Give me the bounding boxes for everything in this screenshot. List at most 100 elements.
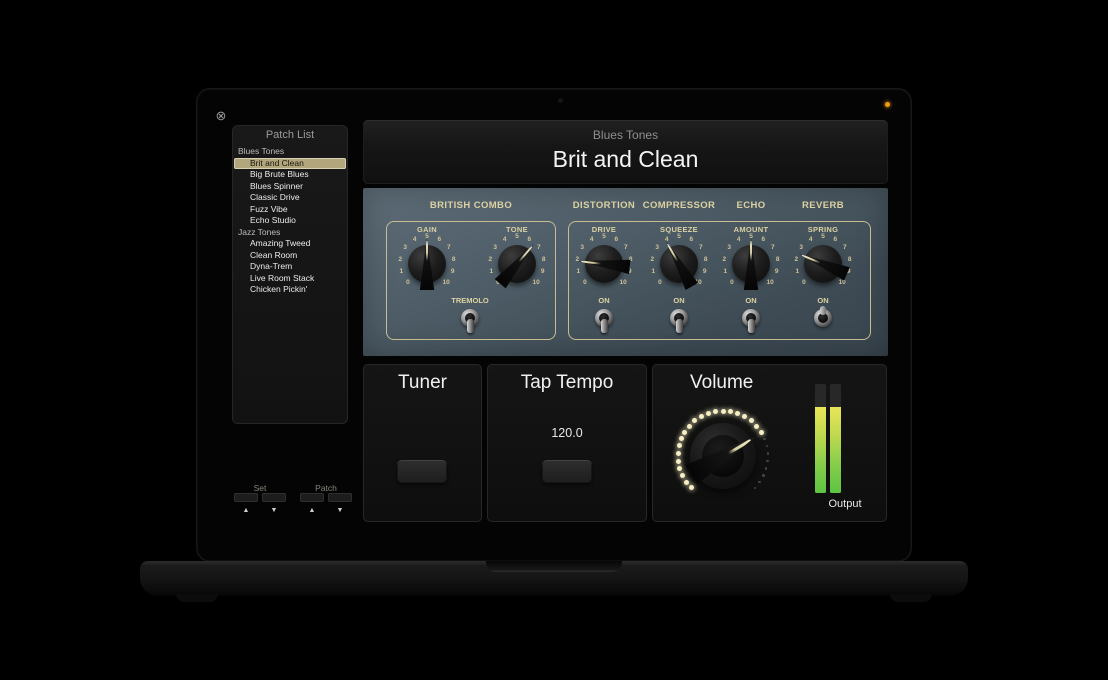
drive-knob[interactable]: 012345678910 xyxy=(566,226,642,302)
led-dot-lit xyxy=(759,430,764,435)
knob-scale-number: 4 xyxy=(409,236,421,244)
webcam-icon xyxy=(558,98,563,103)
knob-scale-number: 10 xyxy=(530,279,542,287)
desktop-background: ⊗ Patch List Blues Tones Brit and CleanBi… xyxy=(0,0,1108,680)
knob-scale-number: 2 xyxy=(571,256,583,264)
patch-next-button[interactable] xyxy=(328,493,352,502)
led-dot-lit xyxy=(682,430,687,435)
patch-list-item[interactable]: Big Brute Blues xyxy=(234,169,346,181)
toggle-lever xyxy=(601,319,608,333)
gain-knob[interactable]: 012345678910 xyxy=(389,226,465,302)
led-dot-lit xyxy=(689,485,694,490)
knob-scale-number: 5 xyxy=(511,233,523,241)
knob-scale-number: 6 xyxy=(829,236,841,244)
knob-scale-number: 2 xyxy=(484,256,496,264)
spring-knob[interactable]: 012345678910 xyxy=(785,226,861,302)
knob-scale-number: 3 xyxy=(651,244,663,252)
led-dot-lit xyxy=(684,480,689,485)
led-dot-lit xyxy=(677,443,682,448)
patch-list-title: Patch List xyxy=(232,129,348,141)
tap-tempo-title: Tap Tempo xyxy=(487,372,647,394)
knob-scale-number: 2 xyxy=(718,256,730,264)
squeeze-knob[interactable]: 012345678910 xyxy=(641,226,717,302)
knob-scale-number: 2 xyxy=(646,256,658,264)
led-dot-lit xyxy=(687,424,692,429)
patch-list-item[interactable]: Chicken Pickin' xyxy=(234,284,346,296)
knob-scale-number: 6 xyxy=(757,236,769,244)
led-dot-lit xyxy=(742,414,747,419)
led-dot-lit xyxy=(676,451,681,456)
set-next-button[interactable] xyxy=(262,493,286,502)
set-prev-button[interactable] xyxy=(234,493,258,502)
led-dot-off xyxy=(766,445,769,448)
patch-up-arrow-icon[interactable]: ▲ xyxy=(300,507,324,514)
set-down-arrow-icon[interactable]: ▼ xyxy=(262,507,286,514)
tremolo-toggle-switch[interactable] xyxy=(459,307,481,337)
knob-scale-number: 1 xyxy=(647,268,659,276)
close-window-icon[interactable]: ⊗ xyxy=(213,108,229,124)
patch-list-item[interactable]: Dyna-Trem xyxy=(234,261,346,273)
knob-scale-number: 10 xyxy=(764,279,776,287)
volume-knob[interactable] xyxy=(668,401,778,511)
knob-scale-number: 3 xyxy=(399,244,411,252)
led-dot-lit xyxy=(679,436,684,441)
meter-lit-segment xyxy=(830,407,841,493)
led-dot-lit xyxy=(749,418,754,423)
led-dot-off xyxy=(754,487,757,490)
patch-down-arrow-icon[interactable]: ▼ xyxy=(328,507,352,514)
patch-prev-button[interactable] xyxy=(300,493,324,502)
echo-toggle-switch[interactable] xyxy=(740,307,762,337)
knob-scale-number: 1 xyxy=(395,268,407,276)
knob-scale-number: 0 xyxy=(726,279,738,287)
output-meter-label: Output xyxy=(790,498,900,510)
distortion-toggle-switch[interactable] xyxy=(593,307,615,337)
knob-scale-number: 5 xyxy=(598,233,610,241)
amount-knob[interactable]: 012345678910 xyxy=(713,226,789,302)
knob-scale-number: 7 xyxy=(620,244,632,252)
led-dot-lit xyxy=(754,424,759,429)
volume-title: Volume xyxy=(690,372,810,394)
meter-lit-segment xyxy=(815,407,826,493)
knob-scale-number: 5 xyxy=(673,233,685,241)
knob-scale-number: 4 xyxy=(499,236,511,244)
led-dot-lit xyxy=(728,409,733,414)
output-meter-bar xyxy=(815,384,826,493)
patch-list-item[interactable]: Fuzz Vibe xyxy=(234,204,346,216)
patch-list-item[interactable]: Echo Studio xyxy=(234,215,346,227)
patch-list-item[interactable]: Live Room Stack xyxy=(234,273,346,285)
knob-scale-number: 10 xyxy=(440,279,452,287)
laptop-foot-left xyxy=(176,594,218,602)
tap-tempo-bpm-value: 120.0 xyxy=(487,426,647,440)
tuner-title: Tuner xyxy=(363,372,482,394)
knob-scale-number: 3 xyxy=(723,244,735,252)
knob-scale-number: 7 xyxy=(839,244,851,252)
set-up-arrow-icon[interactable]: ▲ xyxy=(234,507,258,514)
laptop-lid-notch xyxy=(486,561,622,572)
patch-list-item[interactable]: Clean Room xyxy=(234,250,346,262)
knob-scale-number: 7 xyxy=(533,244,545,252)
knob-scale-number: 8 xyxy=(700,256,712,264)
tap-tempo-button[interactable] xyxy=(542,460,592,483)
reverb-on-label: ON xyxy=(793,296,853,305)
distortion-on-label: ON xyxy=(574,296,634,305)
knob-scale-number: 1 xyxy=(572,268,584,276)
tuner-button[interactable] xyxy=(397,460,447,483)
led-dot-lit xyxy=(676,459,681,464)
patch-label: Patch xyxy=(300,483,352,493)
tone-knob[interactable]: 012345678910 xyxy=(479,226,555,302)
patch-list-item[interactable]: Brit and Clean xyxy=(234,158,346,170)
patch-group-label: Jazz Tones xyxy=(234,227,346,239)
knob-scale-number: 5 xyxy=(817,233,829,241)
patch-list-item[interactable]: Classic Drive xyxy=(234,192,346,204)
knob-scale-number: 3 xyxy=(576,244,588,252)
led-dot-lit xyxy=(713,409,718,414)
reverb-toggle-switch[interactable] xyxy=(812,307,834,337)
knob-scale-number: 6 xyxy=(433,236,445,244)
compressor-toggle-switch[interactable] xyxy=(668,307,690,337)
header-set-name: Blues Tones xyxy=(363,128,888,142)
knob-scale-number: 8 xyxy=(538,256,550,264)
knob-scale-number: 6 xyxy=(685,236,697,244)
patch-list-item[interactable]: Blues Spinner xyxy=(234,181,346,193)
knob-scale-number: 3 xyxy=(795,244,807,252)
patch-list-item[interactable]: Amazing Tweed xyxy=(234,238,346,250)
